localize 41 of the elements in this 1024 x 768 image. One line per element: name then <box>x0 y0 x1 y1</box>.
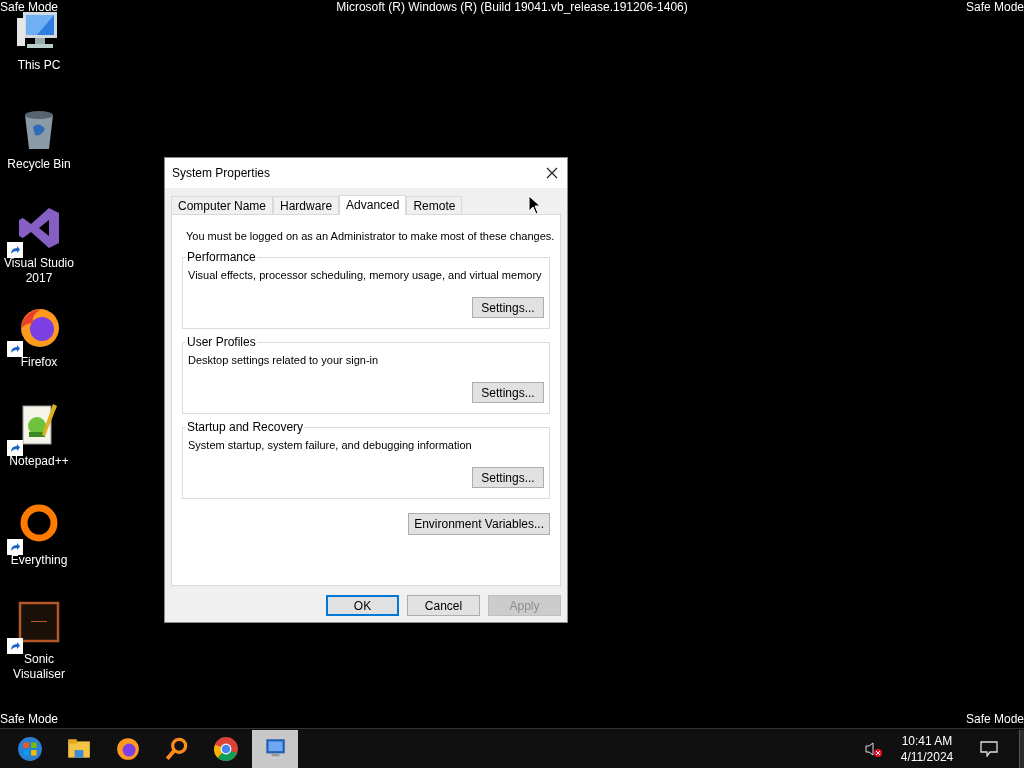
settings-button[interactable]: Settings... <box>472 297 544 318</box>
desktop-icon-label[interactable]: Sonic Visualiser <box>0 652 78 682</box>
chrome-icon <box>213 735 239 762</box>
safe-mode-label: Safe Mode <box>965 712 1024 727</box>
group-description: System startup, system failure, and debugging information <box>188 438 472 453</box>
dialog-button[interactable]: Cancel <box>407 595 480 616</box>
group-label: Startup and Recovery <box>186 420 305 434</box>
safe-mode-label: Safe Mode <box>0 712 59 727</box>
desktop-icon-label[interactable]: Visual Studio 2017 <box>0 256 78 286</box>
admin-note-text: You must be logged on as an Administrator to make most of these changes. <box>185 229 555 244</box>
clock-time[interactable]: 10:41 AM <box>901 732 953 749</box>
desktop-icon-label[interactable]: Everything <box>0 553 78 568</box>
desktop-icon-label[interactable]: Firefox <box>0 355 78 370</box>
group-description: Desktop settings related to your sign-in <box>188 353 379 368</box>
group-label: User Profiles <box>186 335 257 349</box>
close-icon <box>546 167 558 179</box>
firefox-icon <box>115 735 141 762</box>
desktop-icon-label[interactable]: Recycle Bin <box>0 157 78 172</box>
tab[interactable]: Remote <box>406 196 463 214</box>
window-title: System Properties <box>172 165 271 182</box>
group-description: Visual effects, processor scheduling, memory usage, and virtual memory <box>188 268 542 283</box>
settings-button[interactable]: Settings... <box>472 467 544 488</box>
muted-speaker-icon[interactable] <box>865 740 883 757</box>
desktop-icon-label[interactable]: Notepad++ <box>0 454 78 469</box>
taskbar-button[interactable] <box>252 729 298 768</box>
group-label: Performance <box>186 250 257 264</box>
message-icon <box>980 740 998 757</box>
tab[interactable]: Advanced <box>339 195 407 215</box>
show-desktop-button[interactable] <box>1019 729 1024 768</box>
tab[interactable]: Hardware <box>273 196 340 214</box>
safe-mode-label: Safe Mode <box>0 0 59 15</box>
settings-button[interactable]: Settings... <box>472 382 544 403</box>
safe-mode-label: Safe Mode <box>965 0 1024 15</box>
dialog-button[interactable]: OK <box>326 595 399 616</box>
tab[interactable]: Computer Name <box>171 196 274 214</box>
clock-date[interactable]: 4/11/2024 <box>900 748 954 765</box>
build-info-text: Microsoft (R) Windows (R) (Build 19041.vb_release.191206-1406) <box>336 0 688 15</box>
environment-variables-button[interactable]: Environment Variables... <box>408 513 550 535</box>
search-icon <box>164 735 190 762</box>
desktop-icon-label[interactable]: This PC <box>0 58 78 73</box>
start-orb-icon <box>17 735 43 762</box>
